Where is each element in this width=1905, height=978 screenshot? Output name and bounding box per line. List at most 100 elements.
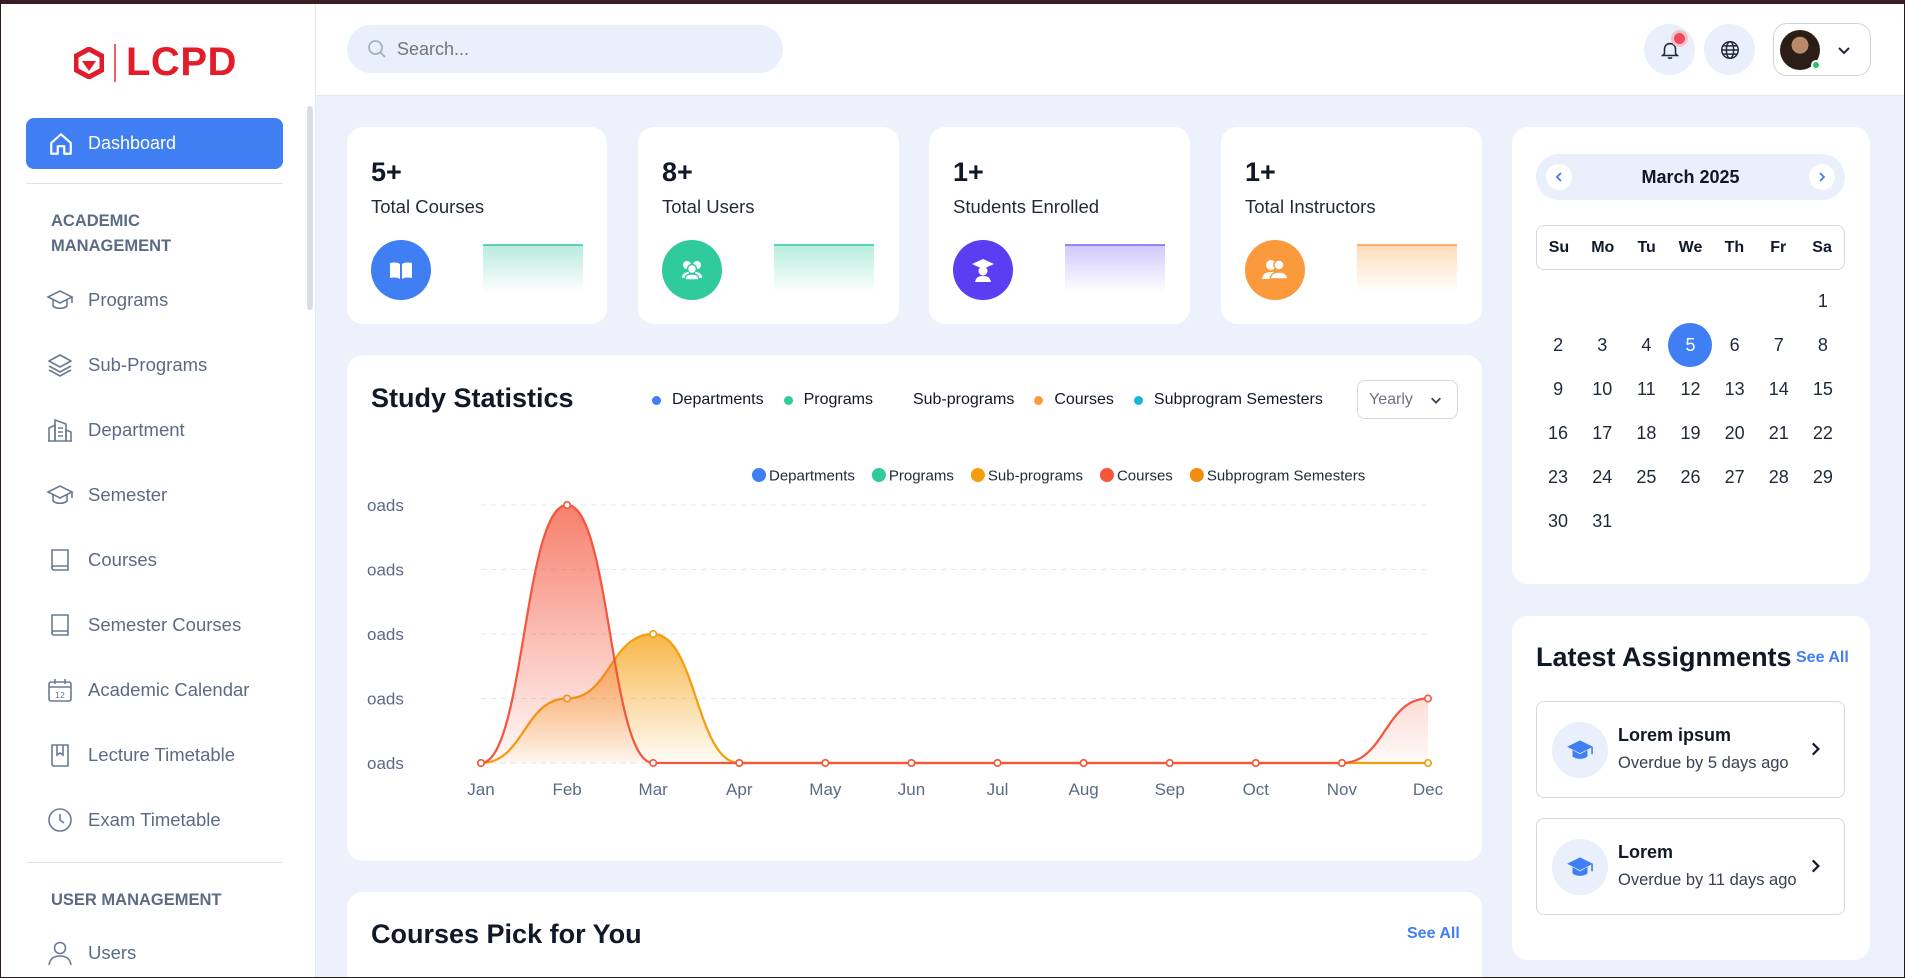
profile-menu[interactable] bbox=[1773, 23, 1871, 76]
assignment-item[interactable]: Lorem Overdue by 11 days ago bbox=[1536, 818, 1845, 915]
language-button[interactable] bbox=[1704, 24, 1755, 75]
sidebar-item-dashboard[interactable]: Dashboard bbox=[26, 118, 283, 169]
calendar-day-number: 15 bbox=[1812, 378, 1833, 399]
chart-legend-label: Courses bbox=[1117, 468, 1173, 485]
stat-card-students[interactable]: 1+ Students Enrolled bbox=[929, 127, 1190, 324]
calendar-day[interactable]: 8 bbox=[1801, 323, 1845, 367]
calendar-day[interactable]: 29 bbox=[1801, 455, 1845, 499]
search-bar[interactable] bbox=[347, 25, 783, 73]
sidebar-item-label: Academic Calendar bbox=[88, 679, 250, 700]
clock-icon bbox=[48, 808, 72, 832]
calendar-blank bbox=[1713, 279, 1757, 323]
assignments-see-all-link[interactable]: See All bbox=[1796, 649, 1849, 667]
stat-sparkline bbox=[1357, 244, 1457, 293]
calendar-day[interactable]: 18 bbox=[1624, 411, 1668, 455]
calendar-day[interactable]: 17 bbox=[1580, 411, 1624, 455]
calendar-day-number: 12 bbox=[1680, 378, 1701, 399]
series-point-courses bbox=[1337, 758, 1346, 767]
calendar-day[interactable]: 11 bbox=[1624, 367, 1668, 411]
calendar-day[interactable]: 3 bbox=[1580, 323, 1624, 367]
book-icon bbox=[51, 614, 69, 636]
stat-sparkline bbox=[483, 244, 583, 293]
calendar-day[interactable]: 28 bbox=[1757, 455, 1801, 499]
courses-pick-card: Courses Pick for You See All bbox=[347, 892, 1482, 978]
calendar-day[interactable]: 23 bbox=[1536, 455, 1580, 499]
chart-y-tick-label: oads bbox=[367, 690, 404, 709]
calendar-day[interactable]: 19 bbox=[1668, 411, 1712, 455]
weekday-label: Tu bbox=[1637, 238, 1656, 256]
sidebar-item-programs[interactable]: Programs bbox=[46, 285, 168, 315]
weekday-label: Sa bbox=[1812, 238, 1832, 256]
calendar-day[interactable]: 9 bbox=[1536, 367, 1580, 411]
sidebar-item-lecture-timetable[interactable]: Lecture Timetable bbox=[46, 740, 235, 770]
calendar-day[interactable]: 26 bbox=[1668, 455, 1712, 499]
chart-x-tick-label: Jan bbox=[467, 780, 494, 799]
calendar-day[interactable]: 20 bbox=[1713, 411, 1757, 455]
assignment-item[interactable]: Lorem ipsum Overdue by 5 days ago bbox=[1536, 701, 1845, 798]
stat-card-instructors[interactable]: 1+ Total Instructors bbox=[1221, 127, 1482, 324]
chart-x-tick-label: Apr bbox=[726, 780, 753, 799]
calendar-day[interactable]: 14 bbox=[1757, 367, 1801, 411]
calendar-day-number: 18 bbox=[1636, 422, 1657, 443]
calendar-day[interactable]: 15 bbox=[1801, 367, 1845, 411]
calendar-day[interactable]: 31 bbox=[1580, 499, 1624, 543]
calendar-day[interactable]: 25 bbox=[1624, 455, 1668, 499]
sidebar-item-semester[interactable]: Semester bbox=[46, 480, 167, 510]
calendar-day-number: 2 bbox=[1553, 334, 1564, 355]
assignment-name: Lorem bbox=[1618, 842, 1674, 862]
chart-x-tick-label: Jun bbox=[898, 780, 925, 799]
calendar-day-number: 23 bbox=[1548, 466, 1569, 487]
sidebar-item-sub-programs[interactable]: Sub-Programs bbox=[46, 350, 207, 380]
logo-divider bbox=[114, 43, 116, 82]
sidebar-item-academic-calendar[interactable]: 12 Academic Calendar bbox=[46, 675, 249, 705]
assignment-status: Overdue by 5 days ago bbox=[1618, 754, 1789, 772]
calendar-day-today[interactable]: 5 bbox=[1668, 323, 1713, 367]
svg-text:12: 12 bbox=[55, 691, 65, 700]
calendar-day[interactable]: 12 bbox=[1668, 367, 1712, 411]
calendar-day[interactable]: 16 bbox=[1536, 411, 1580, 455]
sidebar-item-label: Exam Timetable bbox=[88, 809, 221, 830]
calendar-month-title: March 2025 bbox=[1641, 166, 1740, 187]
calendar-day[interactable]: 7 bbox=[1757, 323, 1801, 367]
calendar-day[interactable]: 2 bbox=[1536, 323, 1580, 367]
sidebar-item-courses[interactable]: Courses bbox=[46, 545, 157, 575]
globe-icon bbox=[1720, 40, 1739, 59]
series-point-courses bbox=[821, 758, 830, 767]
calendar-day[interactable]: 30 bbox=[1536, 499, 1580, 543]
calendar-day[interactable]: 10 bbox=[1580, 367, 1624, 411]
calendar-day[interactable]: 6 bbox=[1713, 323, 1757, 367]
calendar-day-number: 6 bbox=[1729, 334, 1740, 355]
stat-card-courses[interactable]: 5+ Total Courses bbox=[347, 127, 607, 324]
notification-button[interactable] bbox=[1644, 24, 1695, 75]
calendar-day-number: 24 bbox=[1592, 466, 1613, 487]
calendar-day[interactable]: 27 bbox=[1713, 455, 1757, 499]
calendar-day[interactable]: 24 bbox=[1580, 455, 1624, 499]
stat-label: Total Instructors bbox=[1245, 196, 1376, 217]
logo[interactable]: LCPD bbox=[74, 40, 237, 85]
stat-value: 1+ bbox=[1245, 157, 1276, 187]
sidebar-item-label: Department bbox=[88, 419, 185, 440]
calendar-prev-button[interactable] bbox=[1546, 164, 1572, 190]
calendar-day[interactable]: 1 bbox=[1801, 279, 1845, 323]
chart-legend-dot bbox=[1099, 468, 1114, 482]
sidebar-item-users[interactable]: Users bbox=[46, 938, 136, 968]
study-statistics-card: Study Statistics Departments Programs Su… bbox=[347, 355, 1482, 861]
calendar-next-button[interactable] bbox=[1809, 164, 1835, 190]
courses-see-all-link[interactable]: See All bbox=[1407, 925, 1460, 943]
search-input[interactable] bbox=[397, 38, 757, 60]
sidebar-item-exam-timetable[interactable]: Exam Timetable bbox=[46, 805, 221, 835]
sidebar-item-semester-courses[interactable]: Semester Courses bbox=[46, 610, 241, 640]
calendar-day-number: 11 bbox=[1637, 378, 1656, 399]
calendar-day[interactable]: 13 bbox=[1713, 367, 1757, 411]
calendar-day[interactable]: 4 bbox=[1624, 323, 1668, 367]
logo-text: LCPD bbox=[126, 40, 237, 84]
stat-card-users[interactable]: 8+ Total Users bbox=[638, 127, 899, 324]
calendar-day-number: 14 bbox=[1768, 378, 1789, 399]
calendar-day[interactable]: 22 bbox=[1801, 411, 1845, 455]
sidebar-scrollbar[interactable] bbox=[307, 106, 313, 310]
sidebar-item-label: Semester bbox=[88, 484, 168, 505]
calendar-day[interactable]: 21 bbox=[1757, 411, 1801, 455]
sidebar-item-department[interactable]: Department bbox=[46, 415, 185, 445]
graduation-cap-icon bbox=[1567, 740, 1593, 759]
book-icon bbox=[51, 549, 69, 571]
